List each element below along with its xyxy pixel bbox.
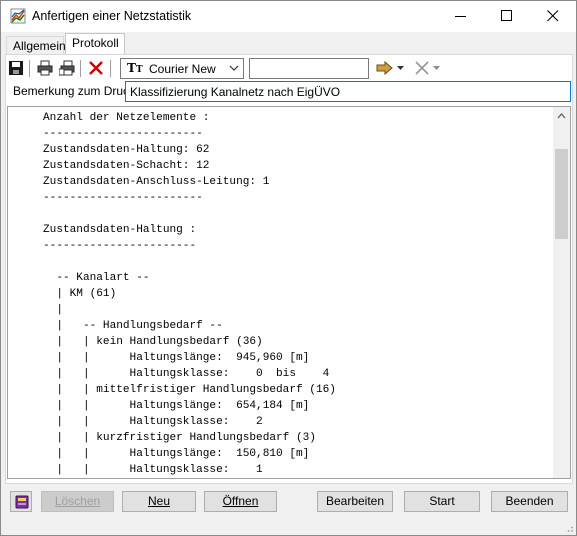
delete-button[interactable] bbox=[86, 58, 106, 78]
new-button[interactable]: Neu bbox=[122, 491, 196, 512]
go-button[interactable] bbox=[374, 58, 396, 78]
tab-protokoll[interactable]: Protokoll bbox=[65, 33, 125, 55]
maximize-button[interactable] bbox=[484, 1, 530, 31]
search-field[interactable] bbox=[249, 58, 369, 79]
scrollbar-thumb[interactable] bbox=[555, 149, 568, 239]
remark-input[interactable]: Klassifizierung Kanalnetz nach EigÜVO bbox=[125, 81, 571, 102]
print-setup-button[interactable] bbox=[57, 58, 77, 78]
toolbar-separator bbox=[29, 60, 30, 77]
cancel-dropdown[interactable] bbox=[431, 58, 443, 78]
close-button[interactable] bbox=[530, 1, 576, 31]
arrow-right-icon bbox=[376, 60, 393, 76]
close-icon bbox=[547, 10, 559, 22]
window-title: Anfertigen einer Netzstatistik bbox=[32, 9, 192, 23]
protocol-text: Anzahl der Netzelemente : --------------… bbox=[43, 112, 336, 476]
chevron-down-icon bbox=[229, 65, 239, 71]
netzstatistik-window: Anfertigen einer Netzstatistik Allgemein… bbox=[0, 0, 577, 536]
save-button[interactable] bbox=[6, 58, 26, 78]
font-icon: TT bbox=[127, 61, 143, 75]
delete-icon bbox=[89, 61, 103, 75]
maximize-icon bbox=[501, 10, 512, 21]
print-button[interactable] bbox=[35, 58, 55, 78]
chart-app-icon bbox=[10, 8, 26, 24]
print-setup-icon bbox=[59, 60, 75, 76]
remark-label: Bemerkung zum Druck bbox=[13, 84, 136, 98]
minimize-button[interactable] bbox=[438, 1, 484, 31]
book-button[interactable] bbox=[10, 491, 32, 512]
caret-down-icon bbox=[397, 66, 404, 70]
title-bar: Anfertigen einer Netzstatistik bbox=[1, 1, 576, 32]
start-button[interactable]: Start bbox=[404, 491, 480, 512]
resize-grip-icon[interactable] bbox=[564, 523, 574, 533]
cancel-button[interactable] bbox=[412, 58, 432, 78]
button-label: Öffnen bbox=[222, 494, 259, 508]
toolbar: TT Courier New bbox=[6, 58, 571, 80]
font-select-value: Courier New bbox=[149, 62, 216, 76]
go-dropdown[interactable] bbox=[395, 58, 407, 78]
book-icon bbox=[15, 495, 29, 509]
caret-down-icon bbox=[433, 66, 440, 70]
font-select[interactable]: TT Courier New bbox=[120, 58, 244, 79]
open-button[interactable]: Öffnen bbox=[204, 491, 277, 512]
exit-button[interactable]: Beenden bbox=[491, 491, 568, 512]
minimize-icon bbox=[455, 16, 466, 17]
tab-bar: Allgemein Protokoll bbox=[1, 32, 576, 55]
save-icon bbox=[9, 61, 23, 75]
vertical-scrollbar[interactable] bbox=[553, 107, 570, 478]
cancel-icon bbox=[415, 61, 429, 75]
protocol-textarea[interactable]: Anzahl der Netzelemente : --------------… bbox=[7, 106, 571, 479]
print-icon bbox=[37, 60, 53, 76]
toolbar-separator bbox=[80, 60, 81, 77]
edit-button[interactable]: Bearbeiten bbox=[317, 491, 393, 512]
delete-protocol-button[interactable]: Löschen bbox=[41, 491, 114, 512]
button-label: Löschen bbox=[54, 494, 101, 508]
scroll-up-icon[interactable] bbox=[557, 113, 566, 119]
toolbar-separator bbox=[110, 60, 111, 77]
button-label: Neu bbox=[147, 494, 170, 508]
tab-allgemein[interactable]: Allgemein bbox=[6, 36, 66, 55]
